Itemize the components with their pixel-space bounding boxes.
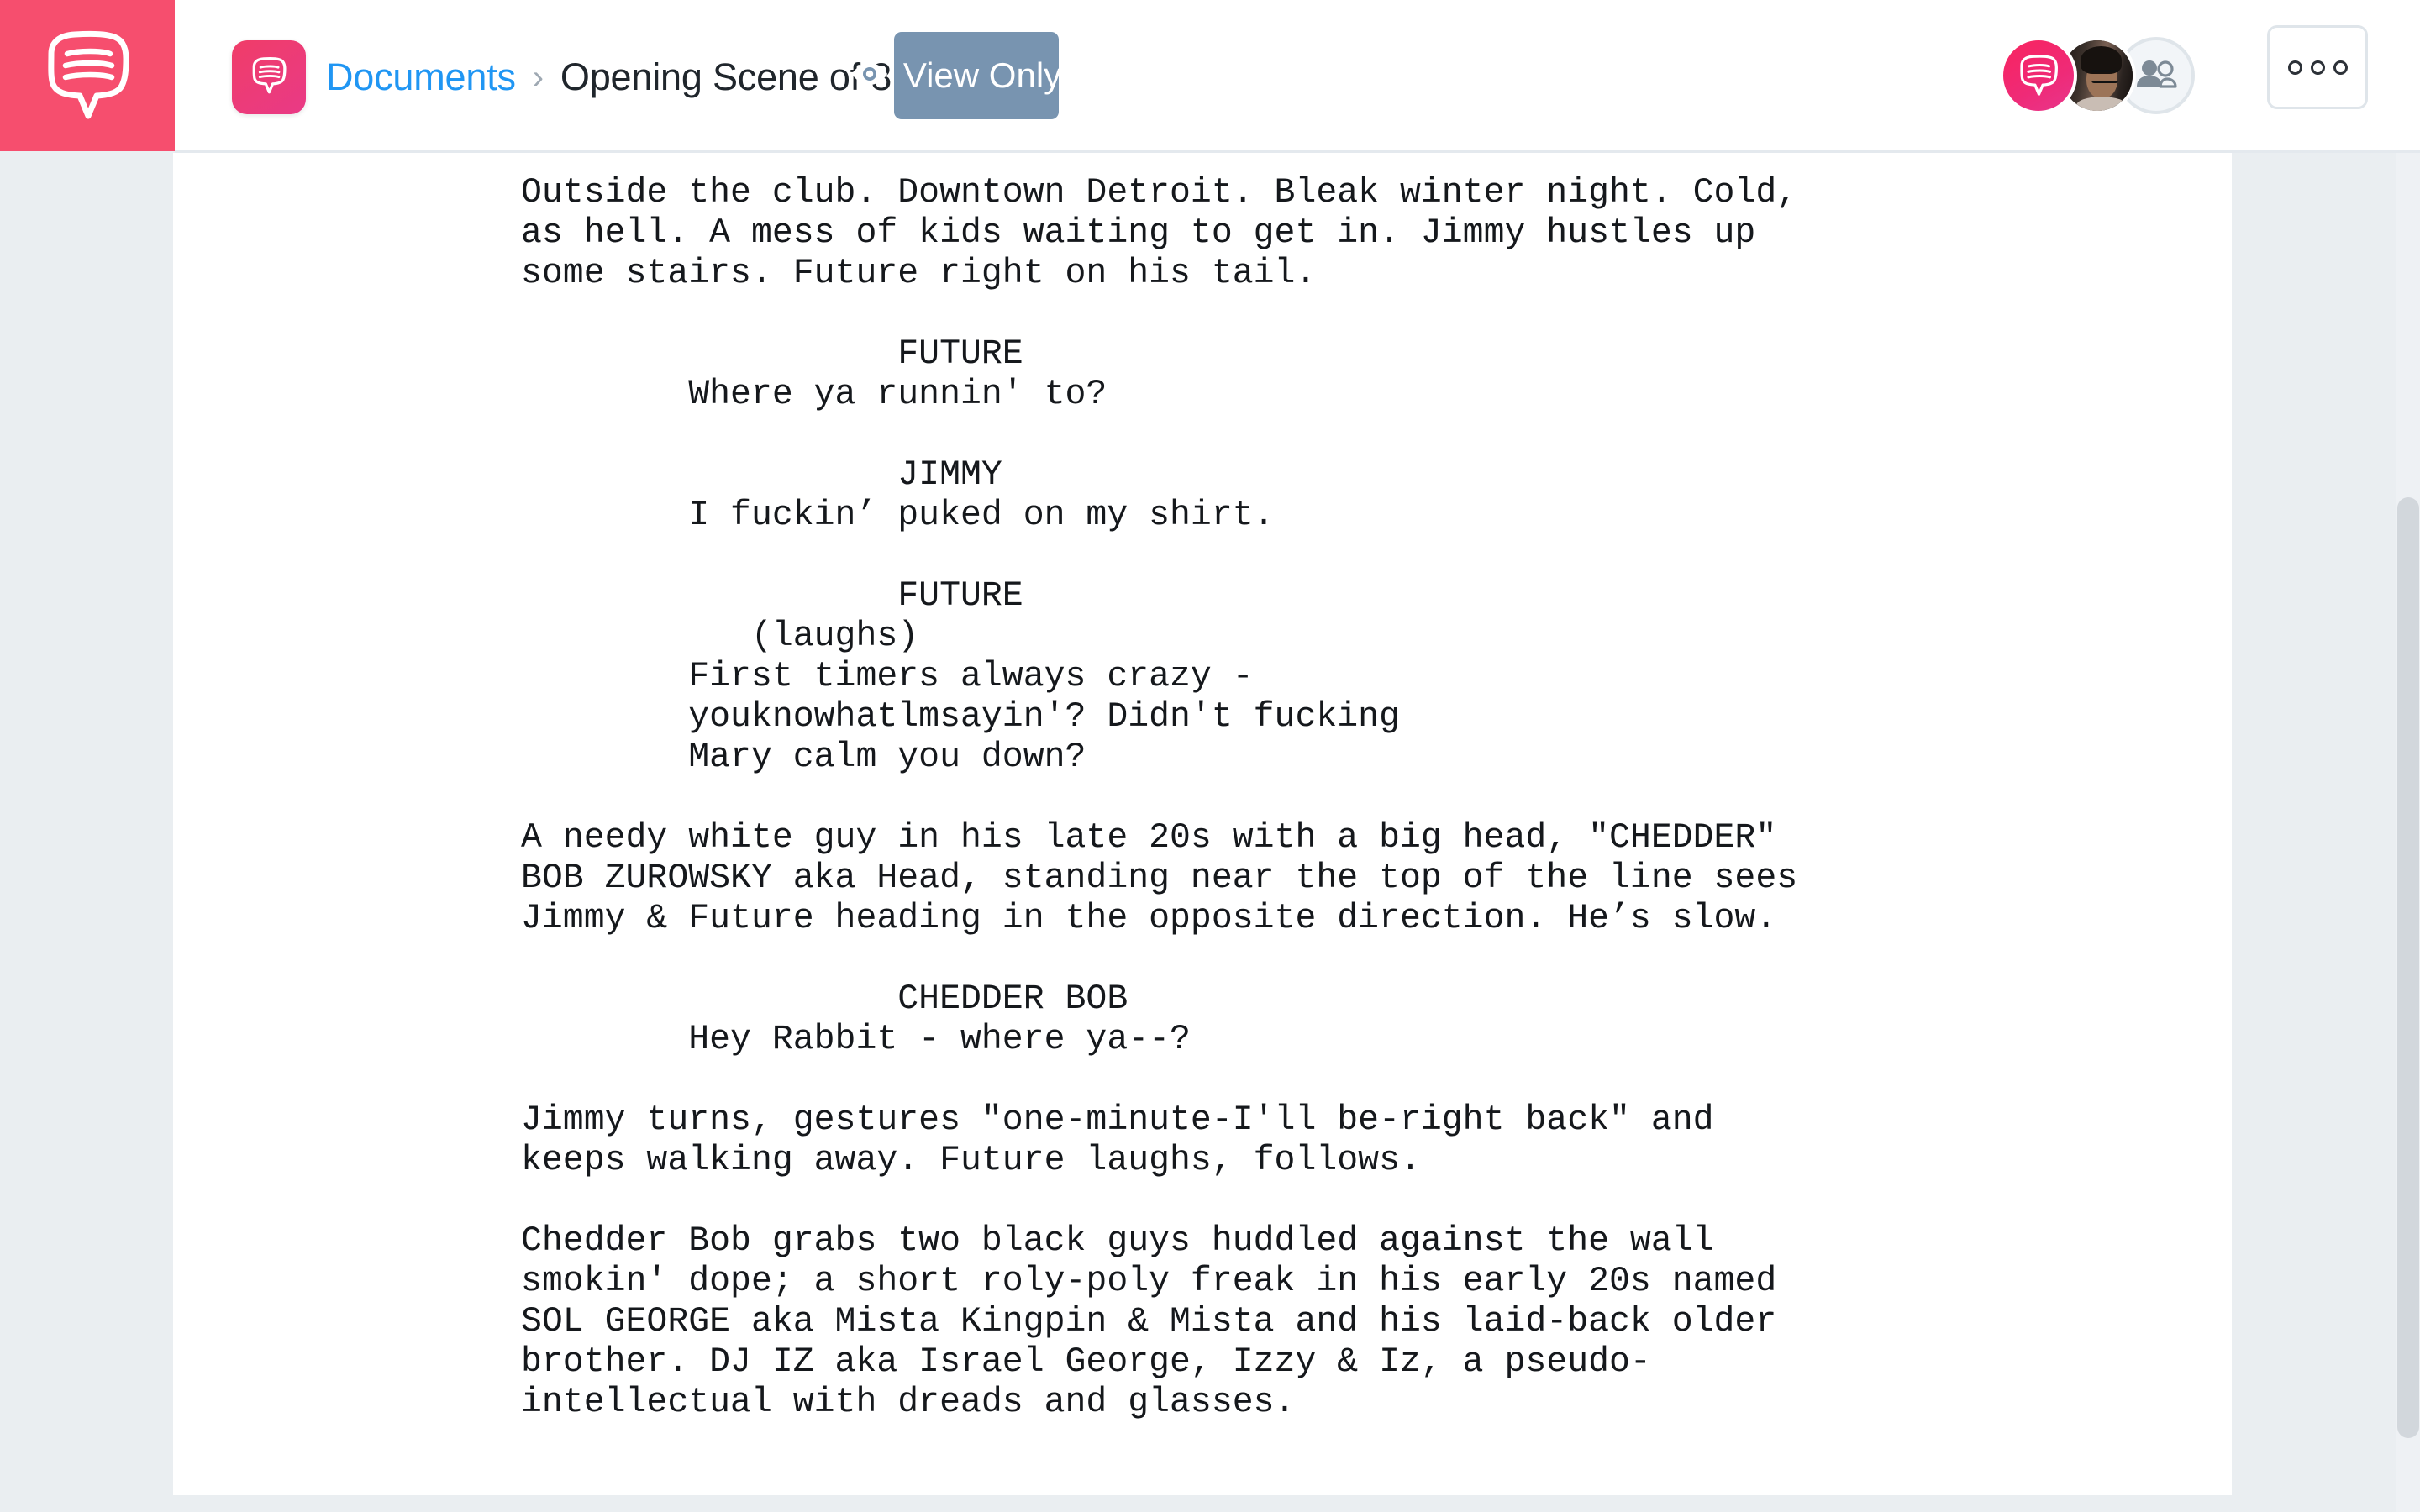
screenplay-spacer (521, 939, 2168, 979)
screenplay-spacer (521, 1181, 2168, 1221)
screenplay-character: FUTURE (521, 576, 1023, 616)
view-only-label: View Only (902, 55, 1062, 95)
screenplay-spacer (521, 1060, 2168, 1100)
speech-bubble-icon (250, 56, 288, 99)
speech-bubble-logo-icon (41, 29, 134, 123)
screenplay-action: A needy white guy in his late 20s with a… (521, 818, 1798, 938)
avatar-photo-image (2091, 70, 2119, 83)
breadcrumb-documents-link[interactable]: Documents (326, 55, 516, 99)
screenplay-character: FUTURE (521, 334, 1023, 374)
screenplay-dialogue: Where ya runnin' to? (521, 375, 1107, 414)
screenplay-dialogue: First timers always crazy - youknowhatlm… (688, 657, 1400, 777)
workspace: Outside the club. Downtown Detroit. Blea… (0, 153, 2420, 1512)
screenplay-action: Outside the club. Downtown Detroit. Blea… (521, 173, 1798, 293)
screenplay-character: JIMMY (521, 455, 1002, 495)
breadcrumb: Documents › Opening Scene of 8.. (326, 45, 913, 109)
app-header: Documents › Opening Scene of 8.. View On… (0, 0, 2420, 151)
screenplay-content: Outside the club. Downtown Detroit. Blea… (521, 173, 2168, 1423)
people-icon (2135, 59, 2177, 93)
screenplay-spacer (521, 778, 2168, 818)
breadcrumb-separator-icon: › (532, 58, 544, 96)
document-page[interactable]: Outside the club. Downtown Detroit. Blea… (173, 153, 2232, 1495)
screenplay-dialogue: Hey Rabbit - where ya--? (521, 1020, 1191, 1059)
scrollbar-thumb[interactable] (2397, 497, 2419, 1438)
more-options-button[interactable] (2267, 25, 2368, 109)
avatar-photo-image (2075, 97, 2128, 111)
view-only-button[interactable]: View Only (851, 32, 1101, 119)
screenplay-spacer (521, 536, 2168, 576)
screenplay-dialogue: I fuckin’ puked on my shirt. (521, 496, 1275, 535)
eye-icon (851, 61, 888, 91)
ellipsis-icon (2333, 60, 2348, 75)
chevron-down-icon (1076, 66, 1102, 86)
screenplay-action: Chedder Bob grabs two black guys huddled… (521, 1221, 1777, 1422)
screenplay-action: Jimmy turns, gestures "one-minute-I'll b… (521, 1100, 1714, 1180)
screenplay-spacer (521, 294, 2168, 334)
document-app-logo[interactable] (232, 40, 306, 114)
collaborator-avatars (2000, 37, 2195, 114)
ellipsis-icon (2287, 60, 2302, 75)
ellipsis-icon (2310, 60, 2325, 75)
screenplay-character: CHEDDER BOB (521, 979, 1128, 1019)
screenplay-spacer (521, 415, 2168, 455)
screenplay-parenthetical: (laughs) (521, 617, 919, 656)
avatar[interactable] (2000, 37, 2077, 114)
vertical-scrollbar[interactable] (2396, 153, 2420, 1512)
brand-logo-block[interactable] (0, 0, 175, 151)
